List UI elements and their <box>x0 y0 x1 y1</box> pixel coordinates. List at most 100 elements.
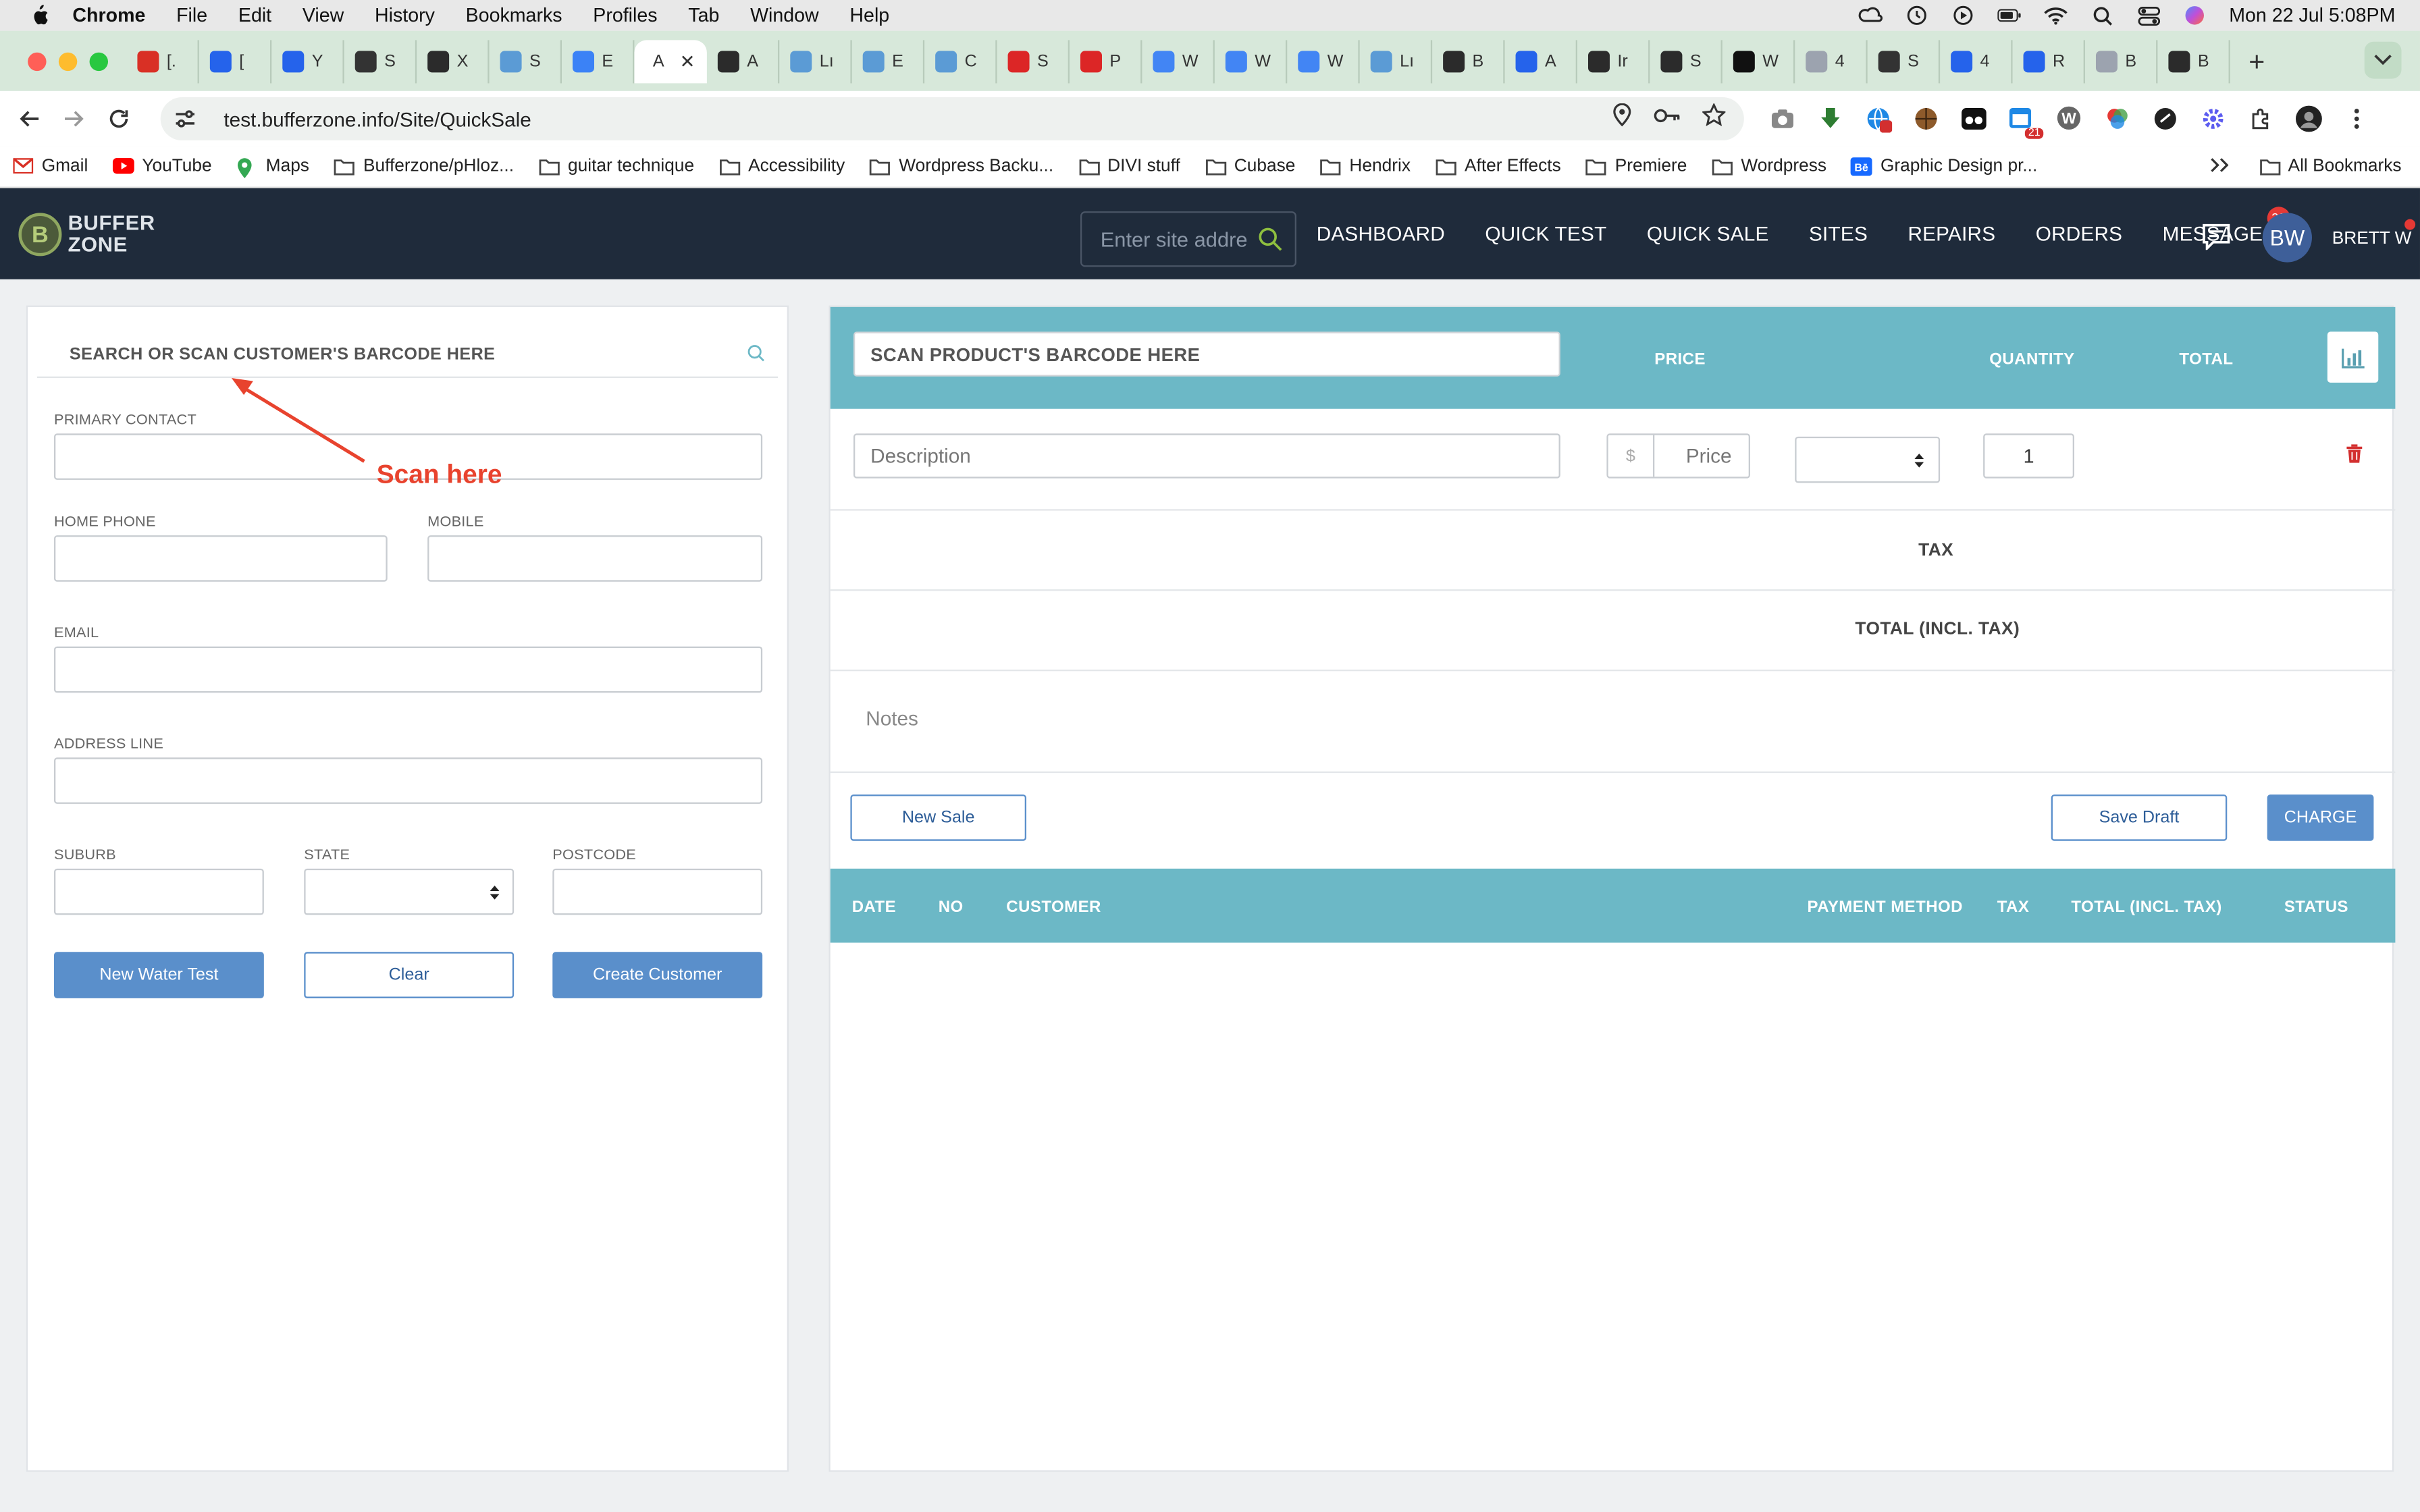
creative-cloud-icon[interactable] <box>1859 5 1884 26</box>
bookmark-item[interactable]: Bē Graphic Design pr... <box>1851 157 2037 176</box>
bookmark-item[interactable]: Gmail <box>12 157 88 176</box>
no-column-header[interactable]: NO <box>939 898 964 916</box>
browser-tab[interactable]: Y <box>271 40 344 84</box>
control-center-icon[interactable] <box>2136 5 2161 26</box>
description-input[interactable]: Description <box>853 433 1560 479</box>
browser-tab[interactable]: W <box>1215 40 1288 84</box>
payment-method-column-header[interactable]: PAYMENT METHOD <box>1808 898 1963 916</box>
play-icon[interactable] <box>1951 5 1976 26</box>
battery-icon[interactable] <box>1997 5 2022 26</box>
dark-extension-icon[interactable] <box>2150 103 2179 132</box>
glasses-extension-icon[interactable] <box>1959 103 1988 132</box>
email-field[interactable] <box>53 646 763 693</box>
nav-sites[interactable]: SITES <box>1809 222 1868 245</box>
bookmark-item[interactable]: Premiere <box>1585 157 1687 176</box>
browser-tab[interactable]: E <box>562 40 635 84</box>
trash-icon[interactable] <box>2346 444 2363 463</box>
password-key-icon[interactable] <box>1653 105 1681 132</box>
camera-extension-icon[interactable] <box>1767 103 1796 132</box>
browser-tab[interactable]: S <box>1868 40 1941 84</box>
customer-column-header[interactable]: CUSTOMER <box>1006 898 1101 916</box>
download-extension-icon[interactable] <box>1815 103 1844 132</box>
bookmark-item[interactable]: guitar technique <box>539 157 694 176</box>
menu-help[interactable]: Help <box>849 5 889 26</box>
browser-tab[interactable]: S <box>997 40 1070 84</box>
address-bar[interactable]: test.bufferzone.info/Site/QuickSale <box>160 97 1744 140</box>
siri-icon[interactable] <box>2183 5 2208 26</box>
product-barcode-input[interactable]: SCAN PRODUCT'S BARCODE HERE <box>853 331 1560 377</box>
user-name[interactable]: BRETT W <box>2332 230 2412 248</box>
search-icon[interactable] <box>747 344 765 362</box>
minimize-window-button[interactable] <box>58 52 78 72</box>
wordpress-extension-icon[interactable]: W <box>2054 103 2083 132</box>
browser-tab[interactable]: P <box>1070 40 1142 84</box>
browser-tab[interactable]: [ <box>199 40 272 84</box>
color-picker-extension-icon[interactable] <box>2102 103 2131 132</box>
chat-icon[interactable] <box>2201 222 2232 250</box>
nav-orders[interactable]: ORDERS <box>2036 222 2122 245</box>
new-tab-button[interactable]: + <box>2248 45 2265 78</box>
address-line-field[interactable] <box>53 757 763 804</box>
menubar-clock[interactable]: Mon 22 Jul 5:08PM <box>2229 5 2395 26</box>
browser-tab[interactable]: S <box>1650 40 1722 84</box>
bookmark-item[interactable]: Maps <box>236 157 309 178</box>
browser-tab[interactable]: Lı <box>779 40 852 84</box>
browser-tab[interactable]: A <box>1505 40 1577 84</box>
browser-tab[interactable]: B <box>2085 40 2158 84</box>
browser-tab[interactable]: X <box>417 40 490 84</box>
bookmark-item[interactable]: Bufferzone/pHloz... <box>334 157 514 176</box>
nav-dashboard[interactable]: DASHBOARD <box>1317 222 1445 245</box>
menu-app-name[interactable]: Chrome <box>72 5 145 26</box>
all-bookmarks-folder[interactable]: All Bookmarks <box>2259 157 2402 176</box>
create-customer-button[interactable]: Create Customer <box>552 952 763 998</box>
url-text[interactable]: test.bufferzone.info/Site/QuickSale <box>223 107 531 130</box>
search-icon[interactable] <box>1258 227 1283 252</box>
new-water-test-button[interactable]: New Water Test <box>53 952 264 998</box>
stats-button[interactable] <box>2327 331 2379 383</box>
customer-barcode-search-input[interactable]: SEARCH OR SCAN CUSTOMER'S BARCODE HERE <box>36 329 778 378</box>
time-machine-icon[interactable] <box>1905 5 1930 26</box>
bookmark-item[interactable]: Accessibility <box>719 157 845 176</box>
browser-tab[interactable]: W <box>1142 40 1215 84</box>
browser-tab[interactable]: B <box>2157 40 2230 84</box>
bookmark-item[interactable]: Cubase <box>1205 157 1295 176</box>
reload-button[interactable] <box>103 103 134 134</box>
browser-tab[interactable]: Lı <box>1360 40 1433 84</box>
nav-quick-test[interactable]: QUICK TEST <box>1485 222 1606 245</box>
state-select[interactable] <box>304 868 515 915</box>
quantity-input[interactable]: 1 <box>1983 433 2074 479</box>
bookmark-item[interactable]: Hendrix <box>1320 157 1411 176</box>
vpn-extension-icon[interactable] <box>1863 103 1892 132</box>
apple-icon[interactable] <box>28 5 49 26</box>
mobile-field[interactable] <box>427 535 763 582</box>
menu-window[interactable]: Window <box>750 5 819 26</box>
puzzle-extensions-icon[interactable] <box>2246 103 2275 132</box>
gear-extension-icon[interactable] <box>2198 103 2227 132</box>
menu-history[interactable]: History <box>375 5 435 26</box>
bookmark-item[interactable]: Wordpress <box>1712 157 1826 176</box>
bookmark-item[interactable]: YouTube <box>112 157 212 176</box>
tax-column-header[interactable]: TAX <box>1997 898 2030 916</box>
zoom-window-button[interactable] <box>89 52 108 72</box>
more-bookmarks-icon[interactable] <box>2209 157 2228 177</box>
browser-tab[interactable]: E <box>852 40 925 84</box>
menu-bookmarks[interactable]: Bookmarks <box>466 5 562 26</box>
new-sale-button[interactable]: New Sale <box>850 794 1026 841</box>
user-avatar[interactable]: BW <box>2262 213 2312 263</box>
bookmark-star-icon[interactable] <box>1701 102 1727 134</box>
suburb-field[interactable] <box>53 868 264 915</box>
bufferzone-logo[interactable]: B BUFFER ZONE <box>18 212 155 256</box>
bookmark-item[interactable]: Wordpress Backu... <box>870 157 1053 176</box>
save-draft-button[interactable]: Save Draft <box>2051 794 2228 841</box>
browser-tab[interactable]: C <box>924 40 997 84</box>
forward-button[interactable] <box>59 103 90 134</box>
bookmark-item[interactable]: After Effects <box>1436 157 1561 176</box>
price-input[interactable]: $ Price <box>1606 433 1750 479</box>
menu-view[interactable]: View <box>302 5 344 26</box>
tax-rate-select[interactable] <box>1795 436 1941 483</box>
browser-tab[interactable]: W <box>1287 40 1360 84</box>
spotlight-search-icon[interactable] <box>2090 5 2115 26</box>
calendar-extension-icon[interactable]: 21 <box>2006 103 2044 139</box>
date-column-header[interactable]: DATE <box>852 898 896 916</box>
browser-tab[interactable]: W <box>1722 40 1795 84</box>
